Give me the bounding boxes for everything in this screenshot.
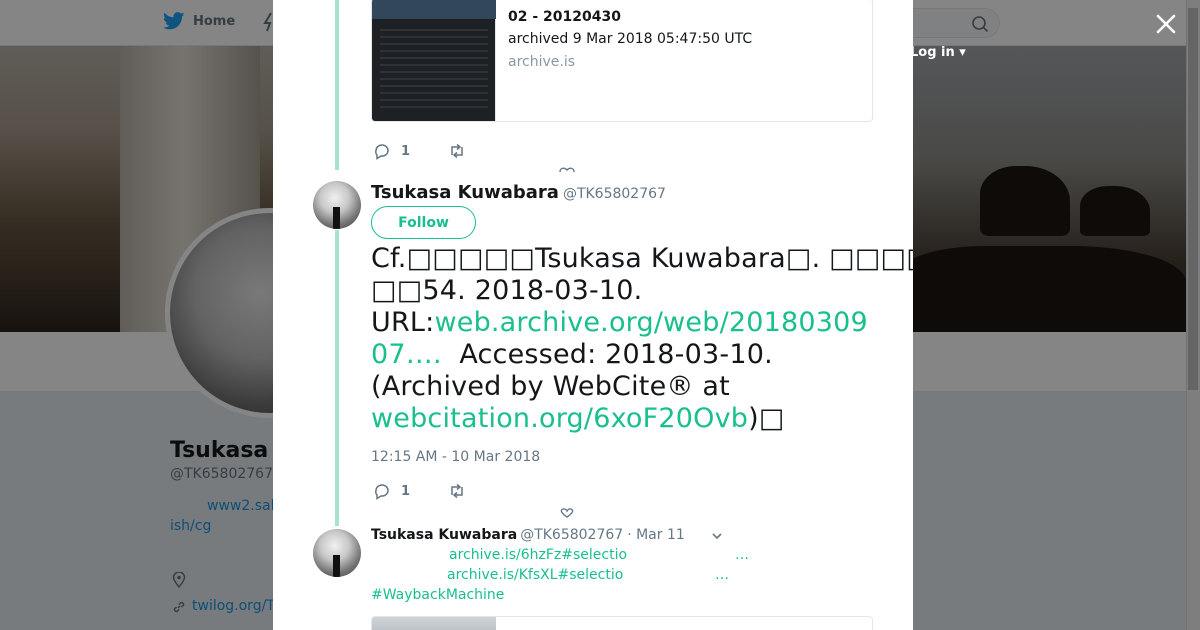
archive-link-continued[interactable]: 07…. <box>371 339 442 370</box>
reply-count: 1 <box>401 143 411 159</box>
tweet-author[interactable]: Tsukasa Kuwabara @TK65802767 <box>371 182 666 203</box>
author-name[interactable]: Tsukasa Kuwabara <box>371 182 559 203</box>
url-prefix: URL: <box>371 307 435 338</box>
tweet-permalink-modal: 02 - 20120430 archived 9 Mar 2018 05:47:… <box>273 0 913 630</box>
retweet-icon <box>451 483 463 499</box>
reply-count: 1 <box>401 483 411 499</box>
tweet-actions: 1 <box>373 142 466 160</box>
webcitation-link[interactable]: webcitation.org/6xoF20Ovb <box>371 403 748 434</box>
tweet-text-line: Cf.□□□□□Tsukasa Kuwabara□. □□□□□□□□□□□□□… <box>371 243 913 274</box>
hashtag-link[interactable]: #WaybackMachine <box>371 587 504 603</box>
tweet-text-line: □□54. 2018-03-10. <box>371 275 643 306</box>
tweet-time[interactable]: · Mar 11 <box>627 527 685 543</box>
author-avatar[interactable] <box>313 181 361 229</box>
avatar-figure <box>333 555 340 577</box>
card-description: archived 9 Mar 2018 05:47:50 UTC <box>508 31 753 47</box>
retweet-icon <box>451 143 463 159</box>
conversation-thread-line <box>335 0 339 170</box>
reply-button[interactable]: 1 <box>373 142 410 160</box>
card-domain: archive.is <box>508 54 576 70</box>
card-thumbnail <box>372 0 496 121</box>
reply-icon <box>375 484 389 500</box>
author-avatar[interactable] <box>313 529 361 577</box>
avatar-figure <box>333 207 340 229</box>
close-icon[interactable] <box>1155 13 1177 35</box>
link-preview-card[interactable]: 02 - 20120430 archived 9 Mar 2018 05:47:… <box>371 0 873 122</box>
follow-button[interactable]: Follow <box>371 206 476 239</box>
card-thumbnail-content <box>380 29 488 113</box>
retweet-button[interactable] <box>448 142 466 160</box>
tweet-text: Cf.□□□□□Tsukasa Kuwabara□. □□□□□□□□□□□□□… <box>371 243 913 435</box>
tweet-text-line: 07…. Accessed: 2018-03-10. <box>371 339 913 371</box>
login-link[interactable]: Log in ▾ <box>910 45 966 60</box>
chevron-down-icon[interactable] <box>711 530 723 542</box>
ellipsis: … <box>715 567 729 583</box>
tweet-text-line: URL:web.archive.org/web/20180309 <box>371 307 913 339</box>
author-handle[interactable]: @TK65802767 <box>520 527 623 543</box>
card-title: 02 - 20120430 <box>508 9 621 25</box>
heart-icon[interactable] <box>559 508 575 518</box>
reply-icon <box>375 144 389 160</box>
tweet-author[interactable]: Tsukasa Kuwabara @TK65802767 · Mar 11 <box>371 527 685 543</box>
closing-text: )□ <box>748 403 785 434</box>
archive-link[interactable]: web.archive.org/web/20180309 <box>434 307 867 338</box>
tweet-text-line: archive.is/KfsXL#selectio <box>447 567 623 583</box>
heart-icon[interactable] <box>559 166 575 174</box>
retweet-button[interactable] <box>448 482 466 500</box>
link-preview-card[interactable] <box>371 616 873 630</box>
tweet-text-line: webcitation.org/6xoF20Ovb)□ <box>371 403 913 435</box>
reply-button[interactable]: 1 <box>373 482 410 500</box>
tweet-actions: 1 <box>373 482 466 500</box>
tweet-text-line: (Archived by WebCite® at <box>371 371 730 402</box>
accessed-text: Accessed: 2018-03-10. <box>441 339 773 370</box>
conversation-thread-line <box>335 230 339 526</box>
tweet-timestamp[interactable]: 12:15 AM - 10 Mar 2018 <box>371 449 540 465</box>
card-thumbnail-header <box>372 0 496 19</box>
card-thumbnail <box>372 617 496 630</box>
author-name[interactable]: Tsukasa Kuwabara <box>371 527 517 543</box>
tweet-text-line: archive.is/6hzFz#selectio <box>449 547 627 563</box>
archive-link[interactable]: archive.is/6hzFz#selectio <box>449 547 627 563</box>
tweet-text-line: #WaybackMachine <box>371 587 504 603</box>
author-handle[interactable]: @TK65802767 <box>563 186 666 202</box>
ellipsis: … <box>735 547 749 563</box>
archive-link[interactable]: archive.is/KfsXL#selectio <box>447 567 623 583</box>
